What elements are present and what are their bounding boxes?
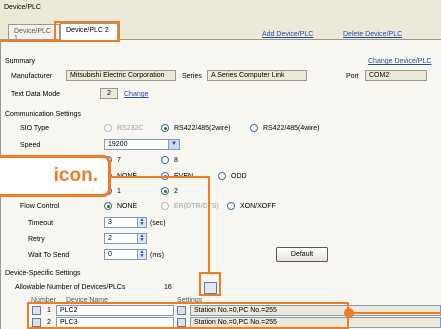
annotation-line-vertical bbox=[208, 176, 210, 272]
radio-dot bbox=[161, 187, 169, 195]
annotation-callout: icon. bbox=[0, 155, 111, 197]
flow-er-radio[interactable]: ER(DTR/CTS) bbox=[161, 202, 219, 210]
allowable-label: Allowable Number of Devices/PLCs bbox=[15, 284, 126, 291]
tab-device-plc-1[interactable]: Device/PLC 1 bbox=[8, 24, 60, 42]
radio-label: 1 bbox=[117, 187, 121, 195]
spin-arrows-icon[interactable]: ▲ ▼ bbox=[137, 234, 146, 243]
manufacturer-field: Mitsubishi Electric Corporation bbox=[66, 70, 176, 81]
radio-label: RS422/485(2wire) bbox=[174, 124, 231, 132]
radio-label: NONE bbox=[117, 202, 138, 210]
port-label: Port bbox=[346, 73, 359, 80]
data-length-8-radio[interactable]: 8 bbox=[161, 156, 178, 164]
annotation-list-line bbox=[349, 312, 441, 314]
stop-bit-2-radio[interactable]: 2 bbox=[161, 187, 178, 195]
tab-label: Device/PLC 2 bbox=[66, 27, 109, 34]
timeout-unit: (sec) bbox=[150, 220, 166, 227]
radio-label: ODD bbox=[231, 172, 247, 180]
sio-rs232c-radio[interactable]: RS232C bbox=[104, 124, 143, 132]
text-mode-field: 2 bbox=[100, 88, 118, 99]
annotation-tab-line bbox=[0, 40, 56, 42]
timeout-value: 3 bbox=[108, 219, 112, 226]
radio-dot bbox=[104, 124, 112, 132]
delete-device-link[interactable]: Delete Device/PLC bbox=[343, 31, 402, 38]
wait-unit: (ms) bbox=[150, 252, 164, 259]
dropdown-arrow-icon[interactable]: ▼ bbox=[168, 140, 179, 149]
text-mode-label: Text Data Mode bbox=[11, 91, 61, 98]
device-settings-heading: Device-Specific Settings bbox=[5, 270, 81, 277]
comm-heading: Communication Settings bbox=[5, 111, 81, 118]
radio-dot bbox=[161, 202, 169, 210]
speed-label: Speed bbox=[20, 142, 41, 149]
summary-heading: Summary bbox=[5, 58, 35, 65]
callout-text: icon. bbox=[53, 165, 98, 186]
tab-device-plc-2[interactable]: Device/PLC 2 bbox=[60, 23, 118, 40]
radio-dot bbox=[227, 202, 235, 210]
port-field: COM2 bbox=[365, 70, 427, 81]
radio-label: 2 bbox=[174, 187, 178, 195]
window-title: Device/PLC bbox=[4, 4, 41, 11]
radio-label: RS422/485(4wire) bbox=[263, 124, 320, 132]
radio-label: RS232C bbox=[117, 124, 144, 132]
timeout-label: Timeout bbox=[28, 220, 54, 227]
flow-none-radio[interactable]: NONE bbox=[104, 202, 137, 210]
radio-dot bbox=[161, 156, 169, 164]
radio-label: 7 bbox=[117, 156, 121, 164]
series-label: Series bbox=[182, 73, 202, 80]
series-field: A Series Computer Link bbox=[207, 70, 307, 81]
sio-rs422-2wire-radio[interactable]: RS422/485(2wire) bbox=[161, 124, 230, 132]
spin-arrows-icon[interactable]: ▲ ▼ bbox=[137, 218, 146, 227]
radio-dot bbox=[161, 124, 169, 132]
wait-to-send-spinner[interactable]: 0 ▲ ▼ bbox=[104, 249, 147, 260]
flow-xon-radio[interactable]: XON/XOFF bbox=[227, 202, 276, 210]
retry-label: Retry bbox=[28, 236, 45, 243]
retry-spinner[interactable]: 2 ▲ ▼ bbox=[104, 233, 147, 244]
change-device-link[interactable]: Change Device/PLC bbox=[368, 58, 431, 65]
annotation-list-box bbox=[27, 302, 349, 329]
radio-dot bbox=[250, 124, 258, 132]
wait-to-send-label: Wait To Send bbox=[28, 252, 70, 259]
annotation-tab-box-bottom bbox=[54, 40, 120, 42]
speed-select[interactable]: 19200 ▼ bbox=[104, 139, 180, 150]
timeout-spinner[interactable]: 3 ▲ ▼ bbox=[104, 217, 147, 228]
text-mode-change-link[interactable]: Change bbox=[124, 91, 149, 98]
radio-dot bbox=[104, 202, 112, 210]
annotation-tab-box-left bbox=[54, 21, 56, 42]
sio-type-label: SIO Type bbox=[20, 125, 50, 132]
annotation-line-horizontal bbox=[109, 176, 209, 178]
default-button-label: Default bbox=[290, 251, 314, 258]
parity-odd-radio[interactable]: ODD bbox=[218, 172, 247, 180]
annotation-tab-box-right bbox=[118, 21, 120, 42]
annotation-icon-box bbox=[199, 272, 221, 296]
speed-value: 19200 bbox=[108, 141, 128, 148]
add-device-link[interactable]: Add Device/PLC bbox=[262, 31, 313, 38]
manufacturer-label: Manufacturer bbox=[11, 73, 53, 80]
spin-arrows-icon[interactable]: ▲ ▼ bbox=[137, 250, 146, 259]
radio-label: XON/XOFF bbox=[240, 202, 276, 210]
flow-control-label: Flow Control bbox=[20, 203, 60, 210]
wait-value: 0 bbox=[108, 251, 112, 258]
annotation-list-dot bbox=[344, 308, 354, 318]
radio-label: ER(DTR/CTS) bbox=[174, 202, 219, 210]
allowable-value: 16 bbox=[164, 284, 172, 291]
radio-label: 8 bbox=[174, 156, 178, 164]
sio-rs422-4wire-radio[interactable]: RS422/485(4wire) bbox=[250, 124, 319, 132]
default-button[interactable]: Default bbox=[276, 247, 328, 262]
radio-dot bbox=[218, 172, 226, 180]
retry-value: 2 bbox=[108, 235, 112, 242]
